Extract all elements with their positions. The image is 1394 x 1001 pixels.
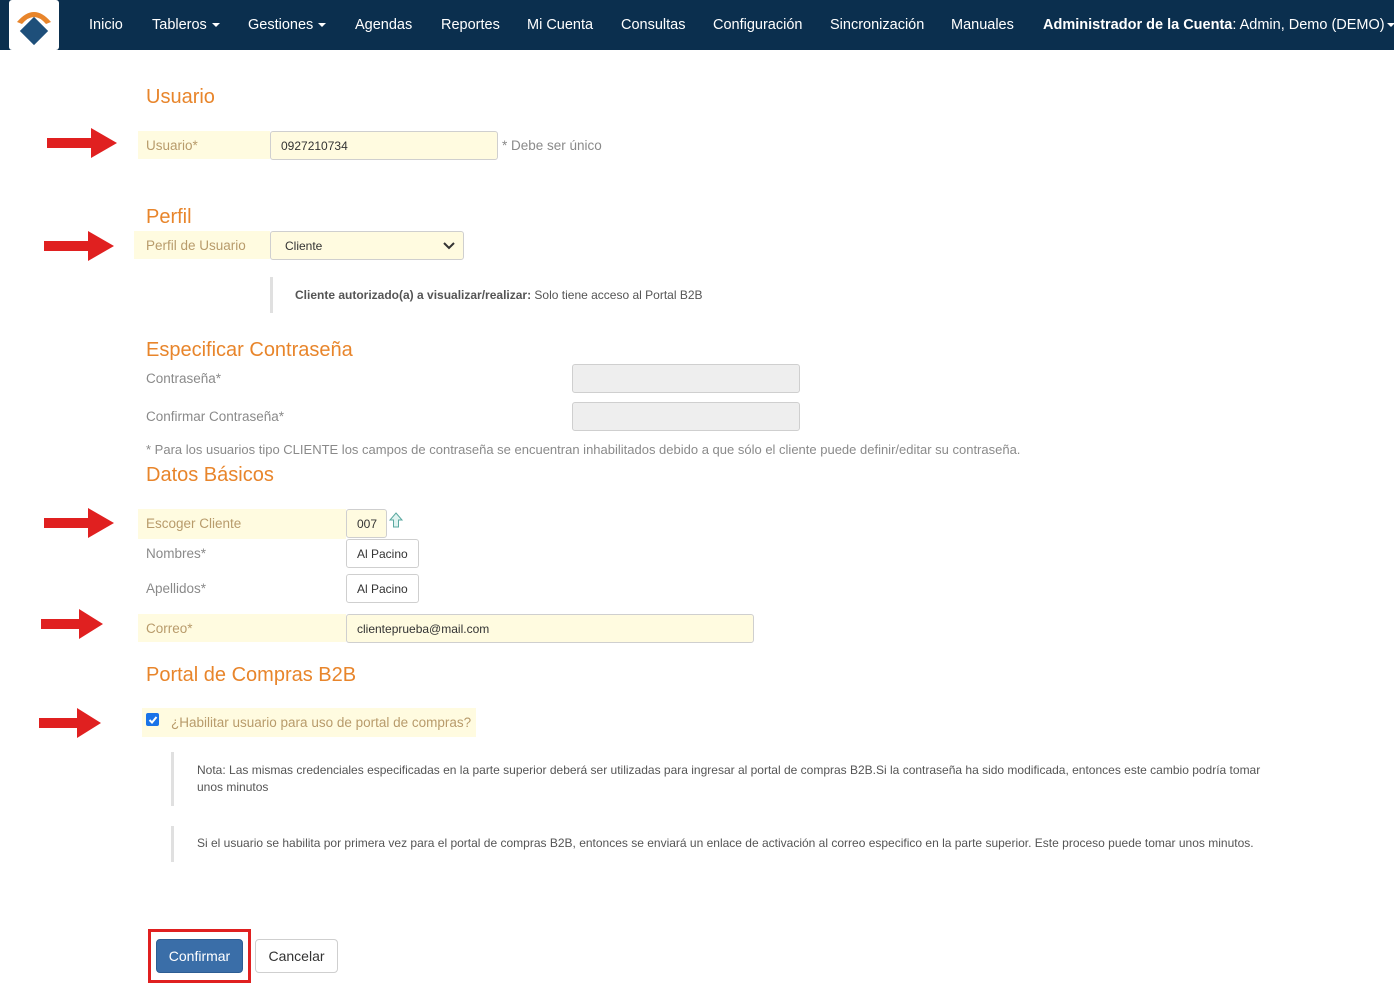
- account-role: Administrador de la Cuenta: [1043, 17, 1233, 33]
- section-title-usuario: Usuario: [146, 86, 215, 108]
- confirm-button[interactable]: Confirmar: [156, 939, 243, 973]
- account-name: : Admin, Demo (DEMO): [1232, 17, 1385, 33]
- app-logo[interactable]: [9, 0, 59, 50]
- logo-icon: [17, 12, 51, 46]
- portal-note-2: Si el usuario se habilita por primera ve…: [171, 826, 1271, 862]
- usuario-hint: * Debe ser único: [502, 138, 602, 153]
- arrow-icon: [44, 508, 114, 538]
- arrow-icon: [47, 128, 117, 158]
- usuario-label: Usuario*: [146, 138, 198, 153]
- cancel-button[interactable]: Cancelar: [255, 939, 338, 973]
- arrow-icon: [44, 231, 114, 261]
- perfil-note-text: Solo tiene acceso al Portal B2B: [531, 288, 703, 302]
- nav-manuales[interactable]: Manuales: [951, 0, 1014, 50]
- password-input: [572, 364, 800, 393]
- correo-label: Correo*: [146, 621, 193, 636]
- nav-inicio[interactable]: Inicio: [89, 0, 123, 50]
- nav-sincronizacion[interactable]: Sincronización: [830, 0, 924, 50]
- apellidos-input[interactable]: Al Pacino: [346, 574, 419, 603]
- chevron-down-icon: [1386, 23, 1394, 28]
- confirm-password-input: [572, 402, 800, 431]
- cliente-label: Escoger Cliente: [146, 516, 242, 531]
- perfil-note-bold: Cliente autorizado(a) a visualizar/reali…: [295, 288, 532, 302]
- usuario-input[interactable]: 0927210734: [270, 131, 498, 160]
- portal-checkbox[interactable]: [146, 713, 159, 726]
- arrow-icon: [39, 708, 101, 738]
- section-title-portal: Portal de Compras B2B: [146, 664, 357, 686]
- password-label: Contraseña*: [146, 371, 222, 386]
- nav-configuracion[interactable]: Configuración: [713, 0, 802, 50]
- perfil-note: Cliente autorizado(a) a visualizar/reali…: [270, 277, 770, 313]
- chevron-down-icon: [318, 23, 327, 28]
- section-title-datos: Datos Básicos: [146, 464, 274, 486]
- nav-tableros[interactable]: Tableros: [152, 0, 220, 50]
- chevron-down-icon: [443, 242, 455, 250]
- chevron-down-icon: [211, 23, 220, 28]
- nav-mi-cuenta[interactable]: Mi Cuenta: [527, 0, 593, 50]
- perfil-label: Perfil de Usuario: [146, 238, 246, 253]
- arrow-up-icon[interactable]: [389, 512, 403, 528]
- correo-input[interactable]: clienteprueba@mail.com: [346, 614, 754, 643]
- nav-reportes[interactable]: Reportes: [441, 0, 500, 50]
- portal-checkbox-label[interactable]: ¿Habilitar usuario para uso de portal de…: [171, 715, 471, 730]
- nombres-input[interactable]: Al Pacino: [346, 539, 419, 568]
- section-title-password: Especificar Contraseña: [146, 339, 353, 361]
- cliente-input[interactable]: 007: [346, 509, 387, 538]
- confirm-password-label: Confirmar Contraseña*: [146, 409, 285, 424]
- nav-account-menu[interactable]: Administrador de la Cuenta: Admin, Demo …: [1043, 0, 1394, 50]
- section-title-perfil: Perfil: [146, 206, 192, 228]
- arrow-icon: [41, 609, 103, 639]
- top-navbar: Inicio Tableros Gestiones Agendas Report…: [0, 0, 1394, 50]
- password-note: * Para los usuarios tipo CLIENTE los cam…: [146, 442, 1021, 457]
- nav-gestiones[interactable]: Gestiones: [248, 0, 327, 50]
- nombres-label: Nombres*: [146, 546, 207, 561]
- perfil-select[interactable]: Cliente: [270, 231, 464, 260]
- checkmark-icon: [148, 715, 157, 724]
- nav-consultas[interactable]: Consultas: [621, 0, 685, 50]
- nav-agendas[interactable]: Agendas: [355, 0, 412, 50]
- portal-note-1: Nota: Las mismas credenciales especifica…: [171, 752, 1271, 806]
- apellidos-label: Apellidos*: [146, 581, 207, 596]
